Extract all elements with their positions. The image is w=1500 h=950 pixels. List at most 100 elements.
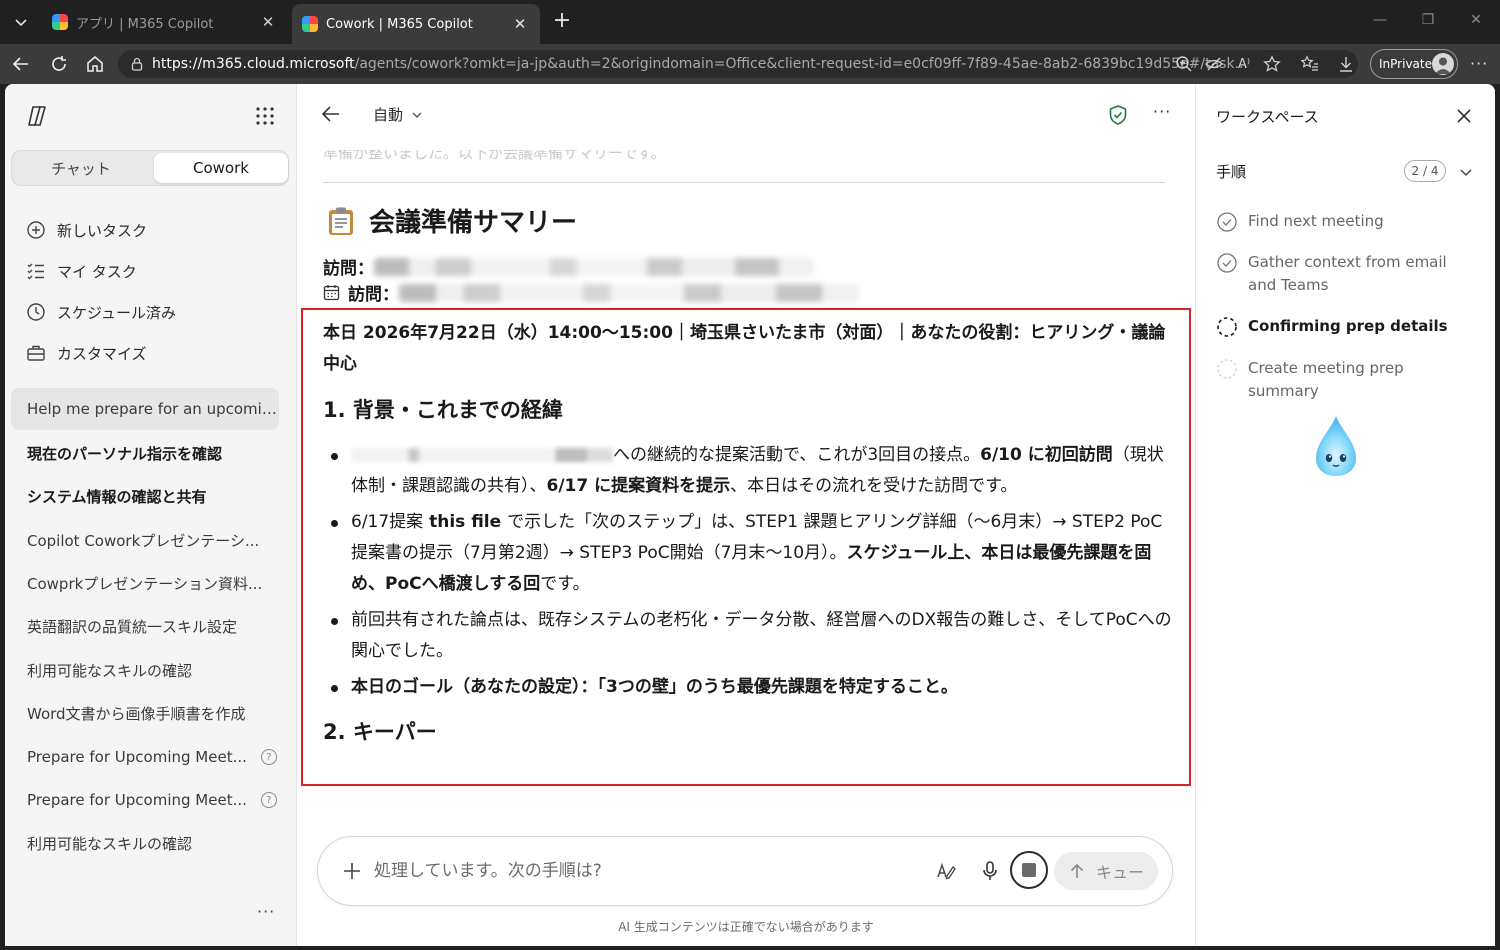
check-circle-icon: [1216, 252, 1238, 274]
history-item[interactable]: Prepare for Upcoming Meet... ?: [27, 745, 277, 769]
inprivate-button[interactable]: InPrivate: [1370, 49, 1458, 79]
message-input[interactable]: [374, 855, 894, 887]
visit-label: 訪問：: [323, 259, 374, 279]
inprivate-label: InPrivate: [1379, 57, 1432, 71]
browser-tab-apps[interactable]: アプリ | M365 Copilot ✕: [42, 6, 288, 38]
restore-icon[interactable]: ❐: [1416, 12, 1440, 32]
lock-icon: [130, 57, 144, 71]
history-item[interactable]: 利用可能なスキルの確認: [27, 831, 277, 855]
visit-line-2: 訪問：: [323, 280, 859, 305]
favorites-list-icon[interactable]: [1300, 54, 1320, 74]
minimize-icon[interactable]: —: [1368, 12, 1392, 32]
main-panel: 自動 ··· 準備が整いました。以下が会議準備サマリーです。 会議準備サマリー …: [297, 84, 1195, 946]
queue-label: キュー: [1095, 863, 1144, 882]
download-icon[interactable]: [1336, 54, 1356, 74]
browser-tab-cowork[interactable]: Cowork | M365 Copilot ✕: [292, 4, 540, 44]
agent-mode-dropdown[interactable]: 自動: [373, 104, 423, 125]
mascot-character-icon: [1312, 414, 1360, 478]
meeting-date-line: 本日 2026年7月22日（水）14:00〜15:00｜埼玉県さいたま市（対面）…: [323, 323, 1166, 374]
sidebar-more-icon[interactable]: ···: [257, 902, 275, 921]
attach-plus-icon[interactable]: [340, 859, 364, 883]
window-close-icon[interactable]: ✕: [1464, 12, 1488, 32]
bullet-item: 前回共有された論点は、既存システムの老朽化・データ分散、経営層へのDX報告の難し…: [323, 605, 1173, 667]
mode-chat-button[interactable]: チャット: [14, 153, 148, 183]
history-item[interactable]: Cowprkプレゼンテーション資料...: [27, 571, 277, 595]
chevron-down-icon[interactable]: [1458, 164, 1474, 180]
workspace-title: ワークスペース: [1216, 108, 1319, 126]
bullet-item: 本日のゴール（あなたの設定）：「3つの壁」のうち最優先課題を特定すること。: [323, 672, 1173, 703]
ai-disclaimer: AI 生成コンテンツは正確でない場合があります: [618, 920, 874, 934]
history-item[interactable]: システム情報の確認と共有: [27, 484, 277, 508]
nav-my-tasks[interactable]: マイ タスク: [25, 257, 137, 285]
history-item[interactable]: Word文書から画像手順書を作成: [27, 701, 277, 725]
close-icon[interactable]: [1454, 106, 1474, 126]
question-badge-icon: ?: [260, 749, 277, 765]
question-badge-icon: ?: [260, 792, 277, 808]
agent-mode-label: 自動: [373, 106, 404, 124]
clock-icon: [25, 301, 47, 323]
step-item: Confirming prep details: [1216, 315, 1478, 338]
nav-label: 新しいタスク: [57, 221, 148, 240]
message-composer: キュー: [317, 836, 1173, 906]
stop-button[interactable]: [1010, 851, 1048, 889]
zoom-icon[interactable]: [1174, 54, 1194, 74]
url-host: https://m365.cloud.microsoft: [152, 56, 355, 72]
faded-response-text: 準備が整いました。以下が会議準備サマリーです。: [323, 144, 666, 162]
back-arrow-icon[interactable]: [319, 102, 343, 126]
history-item[interactable]: Prepare for Upcoming Meet... ?: [27, 788, 277, 812]
tracking-prevention-icon[interactable]: [1204, 54, 1224, 74]
browser-menu-icon[interactable]: ···: [1470, 54, 1488, 73]
cowork-app: チャット Cowork 新しいタスク マイ タスク スケジュール済み カスタマイ…: [5, 84, 1495, 946]
browser-back-icon[interactable]: [8, 52, 34, 76]
arrow-up-icon: [1068, 862, 1086, 880]
step-item: Gather context from email and Teams: [1216, 251, 1478, 297]
read-aloud-icon[interactable]: A⁾: [1234, 54, 1254, 74]
browser-toolbar: https://m365.cloud.microsoft/agents/cowo…: [0, 44, 1500, 84]
rewrite-pen-icon[interactable]: [934, 859, 958, 883]
chevron-down-icon: [411, 109, 423, 121]
redacted-text: [374, 257, 814, 276]
shield-check-icon[interactable]: [1107, 104, 1129, 126]
app-launcher-icon[interactable]: [255, 106, 275, 126]
nav-new-task[interactable]: 新しいタスク: [25, 216, 147, 244]
tab-title: アプリ | M365 Copilot: [76, 16, 214, 32]
step-label: Create meeting prep summary: [1248, 359, 1404, 400]
history-item[interactable]: Help me prepare for an upcomin...: [27, 397, 277, 421]
history-item[interactable]: 英語翻訳の品質統一スキル設定: [27, 614, 277, 638]
copilot-logo-icon[interactable]: [25, 104, 49, 128]
visit-label: 訪問：: [348, 285, 399, 305]
nav-customize[interactable]: カスタマイズ: [25, 339, 147, 367]
tab-list-chevron-icon[interactable]: [6, 8, 36, 36]
history-item[interactable]: 利用可能なスキルの確認: [27, 658, 277, 682]
favorite-star-icon[interactable]: [1262, 54, 1282, 74]
history-item[interactable]: 現在のパーソナル指示を確認: [27, 441, 277, 465]
queue-button[interactable]: キュー: [1054, 852, 1158, 890]
summary-heading: 会議準備サマリー: [327, 202, 577, 239]
bullet-item: 6/17提案 this file で示した「次のステップ」は、STEP1 課題ヒ…: [323, 507, 1173, 600]
briefcase-icon: [25, 342, 47, 364]
tab-close-icon[interactable]: ✕: [510, 14, 530, 34]
steps-progress-badge: 2 / 4: [1404, 160, 1446, 182]
more-options-icon[interactable]: ···: [1153, 102, 1171, 121]
history-item[interactable]: Copilot Coworkプレゼンテーシ...: [27, 528, 277, 552]
address-bar[interactable]: https://m365.cloud.microsoft/agents/cowo…: [118, 50, 1358, 78]
mode-cowork-button[interactable]: Cowork: [154, 153, 288, 183]
divider: [323, 182, 1165, 183]
tab-close-icon[interactable]: ✕: [258, 12, 278, 32]
new-tab-icon[interactable]: +: [550, 10, 574, 34]
home-icon[interactable]: [82, 52, 108, 76]
task-list-icon: [25, 260, 47, 282]
clipboard-icon: [327, 206, 355, 236]
nav-scheduled[interactable]: スケジュール済み: [25, 298, 176, 326]
step-item: Create meeting prep summary: [1216, 357, 1478, 403]
refresh-icon[interactable]: [46, 52, 72, 76]
step-label: Find next meeting: [1248, 212, 1384, 230]
conversation-scroll-area[interactable]: 準備が整いました。以下が会議準備サマリーです。 会議準備サマリー 訪問： 訪問：: [297, 136, 1195, 826]
step-item: Find next meeting: [1216, 210, 1478, 233]
step-label: Gather context from email and Teams: [1248, 253, 1447, 294]
mode-switch: チャット Cowork: [11, 150, 289, 186]
visit-line-1: 訪問：: [323, 254, 814, 279]
microphone-icon[interactable]: [978, 859, 1002, 883]
tab-title: Cowork | M365 Copilot: [326, 16, 473, 32]
section-heading-keeper: 2. キーパー: [323, 720, 437, 744]
